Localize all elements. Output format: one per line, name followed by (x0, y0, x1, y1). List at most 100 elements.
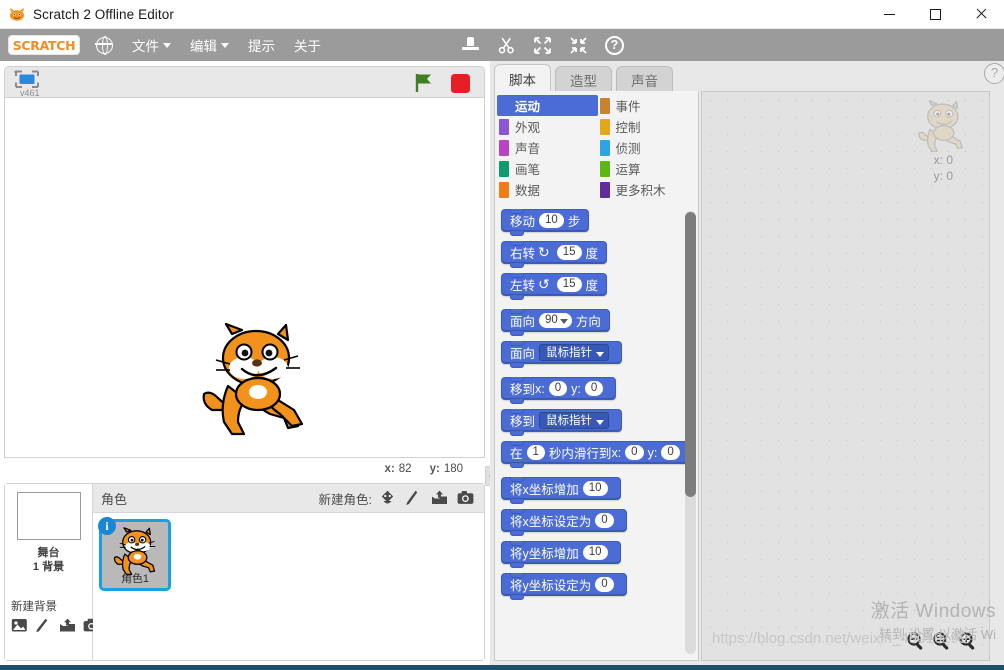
tab-costumes[interactable]: 造型 (555, 66, 612, 92)
stage-thumbnail[interactable] (16, 492, 81, 540)
stage-x-value: 82 (398, 463, 412, 475)
block-number-input[interactable]: 15 (556, 245, 582, 260)
category-0[interactable]: 运动 (497, 95, 598, 116)
block-move-steps[interactable]: 移动 10 步 (501, 209, 590, 236)
block-turn-right[interactable]: 右转 ↻ 15 度 (501, 241, 608, 268)
palette-scrollbar-thumb[interactable] (685, 212, 696, 497)
green-flag-icon[interactable] (414, 73, 434, 92)
new-sprite-face-icon[interactable] (379, 490, 396, 506)
category-4[interactable]: 声音 (497, 137, 598, 158)
block-row: 将x坐标设定为 0 (501, 509, 700, 536)
block-label: 在 (510, 447, 523, 461)
block-number-input[interactable]: 10 (582, 481, 608, 496)
upload-file-icon[interactable] (431, 490, 448, 506)
stage-sprite-cat[interactable] (198, 322, 306, 440)
menu-tips[interactable]: 提示 (248, 35, 275, 55)
block-turn-left[interactable]: 左转 ↺ 15 度 (501, 273, 608, 300)
minimize-button[interactable] (866, 0, 912, 29)
presentation-mode-button[interactable]: v461 (13, 70, 43, 98)
tab-sounds[interactable]: 声音 (616, 66, 673, 92)
close-button[interactable] (958, 0, 1004, 29)
block-row: 将y坐标增加 10 (501, 541, 700, 568)
block-number-input[interactable]: 0 (595, 577, 614, 592)
block-go-to-target[interactable]: 移到 鼠标指针 (501, 409, 623, 436)
stamp-icon[interactable] (461, 36, 480, 55)
block-label: 面向 (510, 347, 536, 361)
app-icon (8, 5, 26, 23)
block-dropdown-field[interactable]: 鼠标指针 (539, 344, 610, 361)
category-3[interactable]: 控制 (598, 116, 699, 137)
globe-icon[interactable] (95, 35, 113, 55)
block-glide-secs-xy[interactable]: 在 1 秒内滑行到 x: 0 y: 0 (501, 441, 693, 468)
block-number-input[interactable]: 0 (661, 445, 680, 460)
block-point-direction[interactable]: 面向 90 方向 (501, 309, 610, 336)
block-label: 移到 (510, 415, 536, 429)
category-9[interactable]: 更多积木 (598, 179, 699, 200)
block-number-input[interactable]: 10 (582, 545, 608, 560)
canvas-x-value: 0 (946, 153, 953, 167)
shrink-icon[interactable] (569, 36, 588, 55)
category-color-swatch (499, 97, 509, 114)
menu-file[interactable]: 文件 (132, 35, 171, 55)
grow-icon[interactable] (533, 36, 552, 55)
category-6[interactable]: 画笔 (497, 158, 598, 179)
block-change-y-by[interactable]: 将y坐标增加 10 (501, 541, 621, 568)
category-1[interactable]: 事件 (598, 95, 699, 116)
block-number-input[interactable]: 0 (548, 381, 568, 396)
category-label: 更多积木 (615, 184, 666, 198)
block-set-x-to[interactable]: 将x坐标设定为 0 (501, 509, 627, 536)
block-number-input[interactable]: 10 (539, 213, 564, 228)
sprite-card-1[interactable]: i 角色1 (98, 517, 171, 591)
zoom-in-icon[interactable] (957, 630, 979, 652)
block-number-input[interactable]: 1 (526, 445, 545, 460)
block-number-input[interactable]: 0 (595, 513, 614, 528)
stop-sign-icon[interactable] (451, 74, 470, 93)
script-canvas[interactable]: x: 0 y: 0 (701, 91, 990, 661)
block-point-towards[interactable]: 面向 鼠标指针 (501, 341, 623, 368)
category-5[interactable]: 侦测 (598, 137, 699, 158)
chevron-down-icon (596, 420, 605, 425)
block-dropdown-input[interactable]: 90 (539, 313, 572, 328)
category-2[interactable]: 外观 (497, 116, 598, 137)
sprite-pane-header: 角色 新建角色: (93, 484, 484, 513)
stage-canvas[interactable] (4, 97, 485, 458)
stage-x-label: x: (384, 463, 395, 475)
menu-about[interactable]: 关于 (294, 35, 321, 55)
paint-brush-icon[interactable] (35, 618, 52, 634)
scissors-icon[interactable] (497, 36, 516, 55)
block-change-x-by[interactable]: 将x坐标增加 10 (501, 477, 621, 504)
zoom-out-icon[interactable] (905, 630, 927, 652)
category-7[interactable]: 运算 (598, 158, 699, 179)
help-icon[interactable]: ? (605, 35, 624, 55)
zoom-reset-icon[interactable] (931, 630, 953, 652)
sprite-card-name: 角色1 (120, 573, 150, 585)
image-library-icon[interactable] (11, 618, 28, 634)
block-number-input[interactable]: 0 (625, 445, 644, 460)
category-8[interactable]: 数据 (497, 179, 598, 200)
block-dropdown-field[interactable]: 鼠标指针 (539, 412, 610, 429)
block-row: 面向 鼠标指针 (501, 341, 700, 368)
block-label: y: (571, 381, 581, 396)
chevron-down-icon (559, 319, 568, 324)
paint-brush-icon[interactable] (405, 490, 422, 506)
block-label: 步 (567, 215, 581, 229)
block-set-y-to[interactable]: 将y坐标设定为 0 (501, 573, 627, 600)
block-label: 将y坐标增加 (510, 547, 579, 561)
block-number-input[interactable]: 0 (584, 381, 604, 396)
palette-scrollbar[interactable] (685, 211, 696, 654)
block-label: 面向 (510, 315, 536, 329)
tab-scripts[interactable]: 脚本 (494, 64, 551, 92)
stage-selector[interactable]: 舞台 1 背景 新建背景 (5, 484, 100, 660)
scratch-menubar: SCRATCH 文件 编辑 提示 关于 ? (0, 29, 1004, 61)
scratch-app-window: Scratch 2 Offline Editor SCRATCH 文件 编辑 提… (0, 0, 1004, 670)
canvas-help-icon[interactable]: ? (984, 63, 1004, 84)
menu-edit[interactable]: 编辑 (190, 35, 229, 55)
camera-icon[interactable] (457, 490, 474, 506)
block-go-to-xy[interactable]: 移到 x: 0 y: 0 (501, 377, 617, 404)
upload-file-icon[interactable] (59, 618, 76, 634)
block-label: x: (611, 445, 622, 460)
category-color-swatch (499, 181, 509, 198)
maximize-button[interactable] (912, 0, 958, 29)
canvas-y-label: y: (933, 169, 943, 183)
block-number-input[interactable]: 15 (556, 277, 582, 292)
